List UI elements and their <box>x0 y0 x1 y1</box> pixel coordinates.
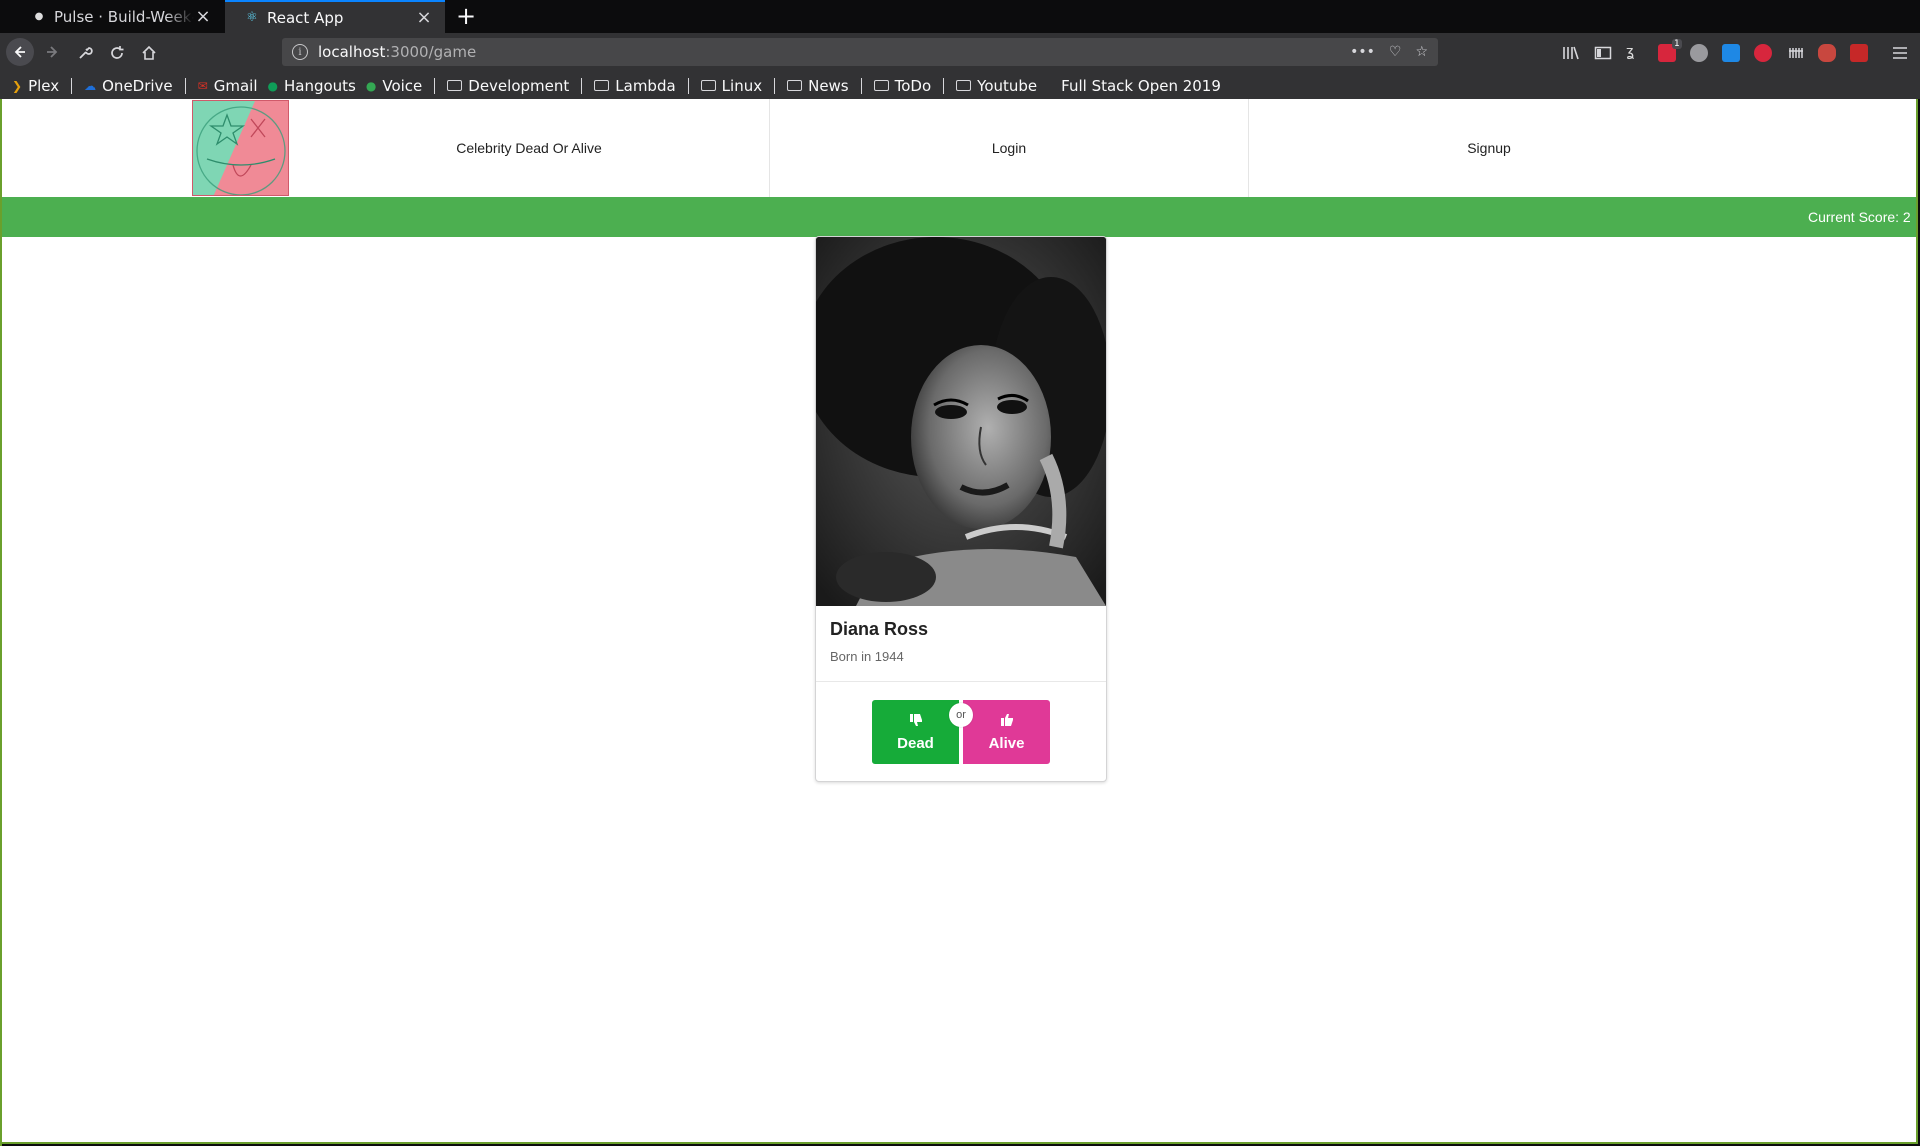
logo-face-icon <box>193 101 288 195</box>
score-bar: Current Score: 2 <box>2 197 1916 237</box>
extension-icon[interactable] <box>1722 44 1740 62</box>
app-logo[interactable] <box>192 100 289 196</box>
extension-icon[interactable] <box>1786 43 1806 63</box>
bookmark-fullstackopen[interactable]: Full Stack Open 2019 <box>1061 77 1221 95</box>
folder-icon <box>594 80 610 91</box>
celebrity-birth-year: Born in 1944 <box>830 649 904 664</box>
dead-button[interactable]: Dead <box>872 700 959 764</box>
bookmark-development[interactable]: Development <box>447 77 569 95</box>
notification-badge: 1 <box>1672 39 1682 49</box>
nav-signup[interactable]: Signup <box>1249 99 1729 197</box>
celebrity-photo <box>816 237 1106 606</box>
current-score: Current Score: 2 <box>1808 209 1911 225</box>
close-tab-icon[interactable]: × <box>194 6 212 27</box>
bookmark-hangouts[interactable]: ● Hangouts <box>268 77 356 95</box>
tab-title: Pulse · Build-Week-Celebrity-Dead-Or-Ali… <box>54 7 194 26</box>
github-icon: ● <box>34 11 44 22</box>
extension-icon[interactable]: ʓ <box>1626 44 1644 62</box>
bookmark-plex[interactable]: ❯ Plex <box>12 77 59 95</box>
nav-title[interactable]: Celebrity Dead Or Alive <box>289 99 769 197</box>
hangouts-icon: ● <box>267 78 278 93</box>
celebrity-card: Diana Ross Born in 1944 Dead Alive or <box>815 236 1107 782</box>
separator <box>943 77 945 94</box>
pocket-icon[interactable]: ♡ <box>1389 44 1402 60</box>
extension-icon[interactable] <box>1818 44 1836 62</box>
nav-login[interactable]: Login <box>770 99 1248 197</box>
sidebar-icon[interactable] <box>1593 43 1613 63</box>
url-text: localhost:3000/game <box>318 43 477 61</box>
forward-button[interactable] <box>38 38 66 66</box>
bookmark-onedrive[interactable]: ☁ OneDrive <box>84 77 173 95</box>
info-icon[interactable]: i <box>292 44 308 60</box>
menu-icon[interactable] <box>1890 43 1910 63</box>
arrow-right-icon <box>47 46 58 58</box>
shield-icon[interactable] <box>1690 44 1708 62</box>
bookmark-youtube[interactable]: Youtube <box>956 77 1037 95</box>
tab-pulse[interactable]: ● Pulse · Build-Week-Celebrity-Dead-Or-A… <box>12 0 224 33</box>
close-tab-icon[interactable]: × <box>415 7 433 28</box>
bookmark-voice[interactable]: ● Voice <box>366 77 422 95</box>
bookmark-todo[interactable]: ToDo <box>873 77 931 95</box>
tab-react-app[interactable]: ⚛ React App × <box>225 0 445 33</box>
bookmark-lambda[interactable]: Lambda <box>594 77 676 95</box>
plex-icon: ❯ <box>12 78 23 93</box>
folder-icon <box>873 80 889 91</box>
home-icon[interactable] <box>139 43 159 63</box>
app-page: Celebrity Dead Or Alive Login Signup Cur… <box>2 99 1918 1144</box>
tab-strip: ● Pulse · Build-Week-Celebrity-Dead-Or-A… <box>0 0 1920 33</box>
card-divider <box>816 681 1106 682</box>
app-header: Celebrity Dead Or Alive Login Signup <box>2 99 1916 197</box>
or-divider: or <box>949 703 973 727</box>
separator <box>687 77 689 94</box>
back-button[interactable] <box>6 38 34 66</box>
gmail-icon: ✉ <box>197 78 208 93</box>
separator <box>184 77 186 94</box>
react-icon: ⚛ <box>246 10 258 25</box>
voice-icon: ● <box>365 78 377 93</box>
library-icon[interactable] <box>1561 43 1581 63</box>
bookmark-gmail[interactable]: ✉ Gmail <box>198 77 258 95</box>
bookmarks-toolbar: ❯ Plex ☁ OneDrive ✉ Gmail ● Hangouts ● Voice … <box>0 72 1920 99</box>
folder-icon <box>956 80 972 91</box>
folder-icon <box>447 80 463 91</box>
separator <box>434 77 436 94</box>
separator <box>71 77 73 94</box>
onedrive-icon: ☁ <box>84 78 97 93</box>
arrow-left-icon <box>14 46 25 58</box>
more-icon[interactable]: ••• <box>1350 44 1375 60</box>
nav-toolbar: i localhost:3000/game ••• ♡ ☆ ʓ 1 <box>0 33 1920 72</box>
wrench-icon[interactable] <box>75 43 95 63</box>
bookmark-linux[interactable]: Linux <box>700 77 762 95</box>
alive-button[interactable]: Alive <box>963 700 1050 764</box>
star-icon[interactable]: ☆ <box>1415 44 1428 60</box>
tab-title: React App <box>267 8 344 27</box>
bookmark-news[interactable]: News <box>787 77 849 95</box>
folder-icon <box>787 80 803 91</box>
separator <box>860 77 862 94</box>
celebrity-name: Diana Ross <box>830 619 929 639</box>
separator <box>774 77 776 94</box>
thumbs-down-icon <box>908 712 924 731</box>
reload-icon[interactable] <box>107 43 127 63</box>
address-bar[interactable]: i localhost:3000/game ••• ♡ ☆ <box>282 38 1438 66</box>
separator <box>581 77 583 94</box>
extension-icon[interactable] <box>1850 44 1868 62</box>
alive-label: Alive <box>988 735 1025 752</box>
new-tab-button[interactable]: + <box>455 3 477 29</box>
folder-icon <box>700 80 716 91</box>
thumbs-up-icon <box>999 712 1015 731</box>
extension-icon[interactable] <box>1754 44 1772 62</box>
dead-label: Dead <box>897 735 934 752</box>
